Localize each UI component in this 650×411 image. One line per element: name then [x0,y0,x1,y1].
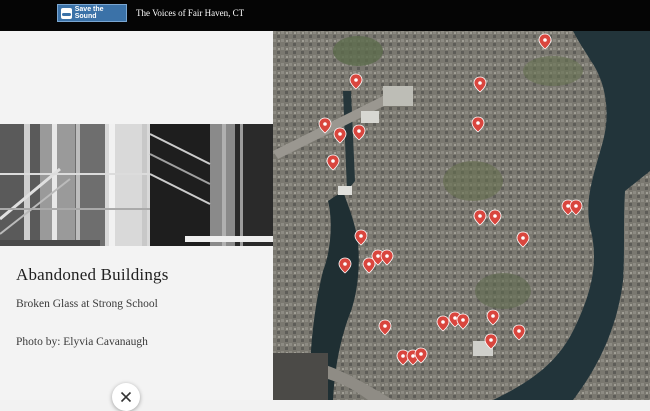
logo-text: Save the Sound [74,6,104,20]
satellite-map[interactable] [273,31,650,400]
close-icon [120,391,132,403]
story-title: Abandoned Buildings [16,265,169,284]
top-bar: Save the Sound The Voices of Fair Haven,… [0,0,650,31]
story-panel: Abandoned Buildings Broken Glass at Stro… [0,31,273,411]
close-button[interactable] [112,383,140,411]
save-the-sound-logo[interactable]: Save the Sound [57,4,127,22]
story-subtitle: Broken Glass at Strong School [16,298,158,310]
photo-credit: Photo by: Elyvia Cavanaugh [16,336,148,348]
abandoned-stairwell-photo [0,124,273,246]
page-title: The Voices of Fair Haven, CT [136,8,245,18]
logo-wave-icon [61,7,72,19]
map-canvas[interactable] [273,31,650,400]
story-photo [0,124,273,246]
